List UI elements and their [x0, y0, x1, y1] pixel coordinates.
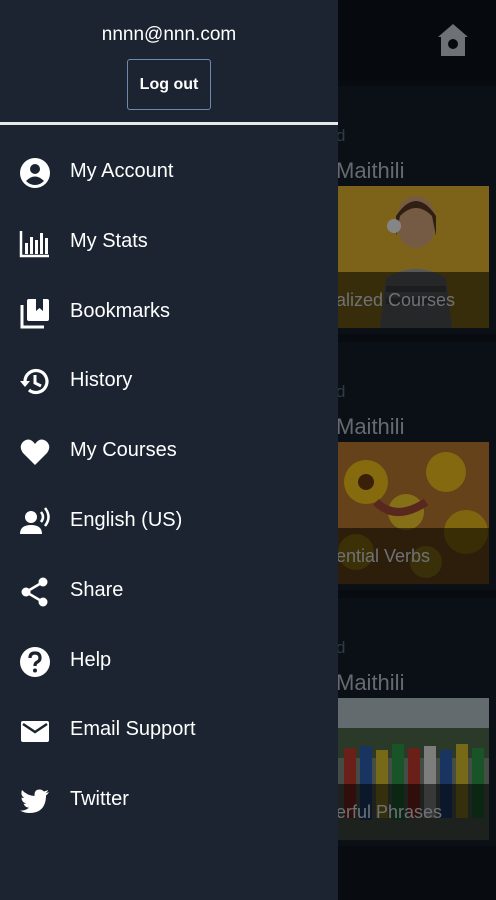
user-email: nnnn@nnn.com [101, 24, 237, 45]
menu-item-bookmarks[interactable]: Bookmarks [0, 277, 338, 347]
menu-item-label: Share [70, 578, 124, 601]
menu-item-my-stats[interactable]: My Stats [0, 207, 338, 277]
help-icon [19, 646, 51, 678]
twitter-icon [19, 785, 51, 817]
menu-item-label: Twitter [70, 788, 129, 811]
menu-item-my-courses[interactable]: My Courses [0, 416, 338, 486]
menu-item-help[interactable]: Help [0, 626, 338, 696]
menu-item-my-account[interactable]: My Account [0, 137, 338, 207]
drawer-header: nnnn@nnn.com Log out [0, 0, 338, 124]
drawer-menu: My Account My Stats Bookmarks History My… [0, 137, 338, 835]
voice-icon [19, 506, 51, 538]
menu-item-history[interactable]: History [0, 346, 338, 416]
menu-item-label: Bookmarks [70, 299, 171, 322]
account-circle-icon [19, 157, 51, 189]
navigation-drawer: nnnn@nnn.com Log out My Account My Stats… [0, 0, 338, 900]
menu-item-label: English (US) [70, 508, 183, 531]
header-divider [0, 122, 338, 125]
logout-button[interactable]: Log out [127, 59, 211, 110]
menu-item-label: Email Support [70, 718, 196, 741]
menu-item-share[interactable]: Share [0, 556, 338, 626]
email-icon [19, 715, 51, 747]
bookmarks-icon [19, 297, 51, 329]
menu-item-label: My Courses [70, 439, 177, 462]
menu-item-label: My Account [70, 160, 174, 182]
menu-item-twitter[interactable]: Twitter [0, 765, 338, 835]
heart-icon [19, 436, 51, 468]
scrim-overlay[interactable] [338, 0, 496, 900]
menu-item-email-support[interactable]: Email Support [0, 695, 338, 765]
menu-item-label: Help [70, 648, 112, 671]
menu-item-label: My Stats [70, 229, 148, 252]
history-icon [19, 366, 51, 398]
menu-item-language[interactable]: English (US) [0, 486, 338, 556]
share-icon [19, 576, 51, 608]
menu-item-label: History [70, 369, 133, 392]
bar-chart-icon [19, 227, 51, 259]
